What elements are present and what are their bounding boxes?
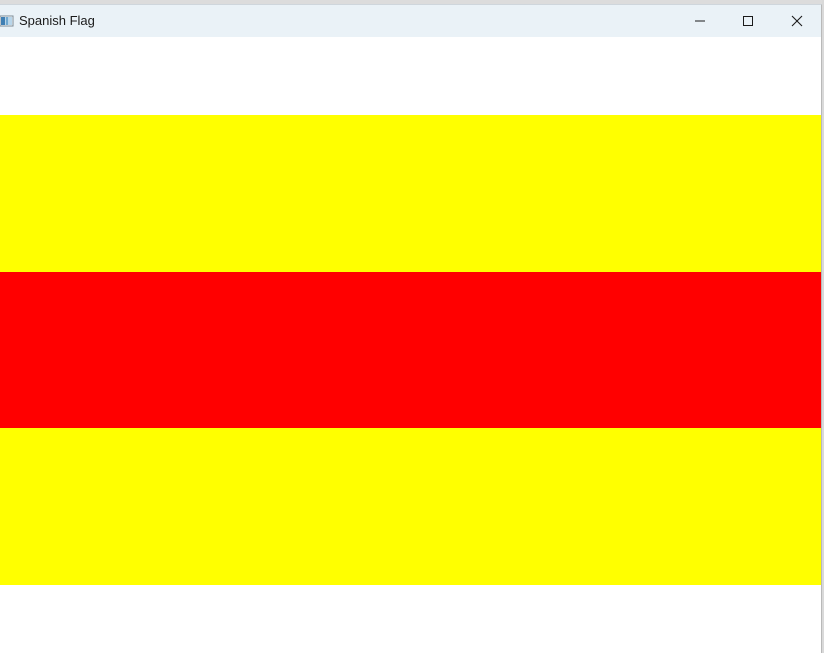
title-bar[interactable]: Spanish Flag (0, 5, 821, 37)
flag-stripe-top-yellow (0, 115, 821, 272)
minimize-icon (695, 20, 705, 22)
minimize-button[interactable] (676, 5, 724, 37)
close-icon (791, 15, 803, 27)
flag-stripe-bottom-yellow (0, 428, 821, 585)
app-icon (0, 15, 14, 27)
maximize-icon (743, 16, 753, 26)
flag-canvas (0, 37, 821, 653)
close-button[interactable] (773, 5, 821, 37)
window-title: Spanish Flag (19, 13, 95, 28)
flag-stripe-middle-red (0, 272, 821, 428)
maximize-button[interactable] (724, 5, 772, 37)
app-window: Spanish Flag (0, 4, 822, 653)
